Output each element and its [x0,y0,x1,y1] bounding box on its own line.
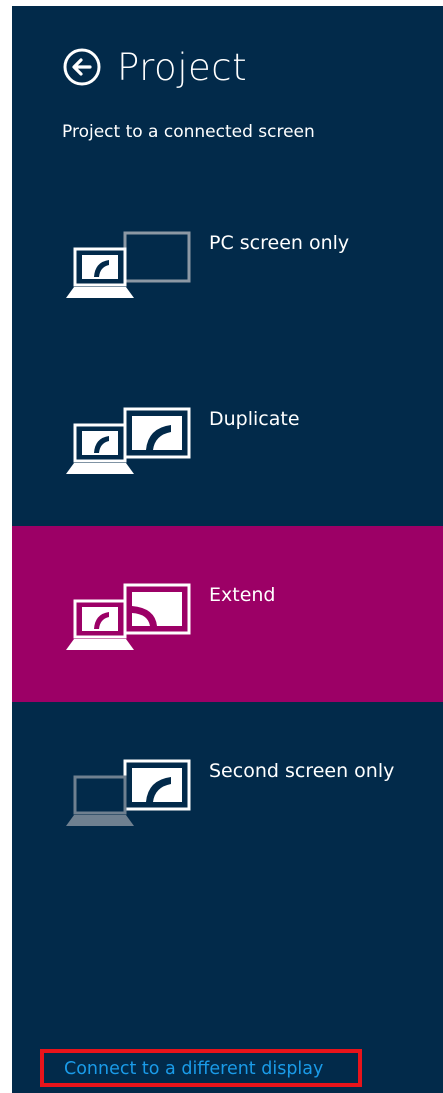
panel-header: Project [62,44,247,90]
option-duplicate[interactable]: Duplicate [12,350,443,526]
connect-different-display-link[interactable]: Connect to a different display [64,1059,323,1079]
option-label: Second screen only [209,760,395,782]
project-panel: Project Project to a connected screen PC… [12,6,443,1093]
option-label: PC screen only [209,232,350,254]
option-extend[interactable]: Extend [12,526,443,702]
option-label: Extend [209,584,276,606]
option-pc-screen-only[interactable]: PC screen only [12,174,443,350]
second-screen-only-icon [66,759,191,826]
highlight-box: Connect to a different display [40,1049,362,1087]
extend-icon [66,583,191,650]
back-arrow-icon[interactable] [62,47,102,87]
pc-screen-only-icon [66,231,191,298]
option-second-screen-only[interactable]: Second screen only [12,702,443,878]
option-label: Duplicate [209,408,300,430]
page-subtitle: Project to a connected screen [62,122,315,142]
duplicate-icon [66,407,191,474]
page-title: Project [117,45,248,89]
